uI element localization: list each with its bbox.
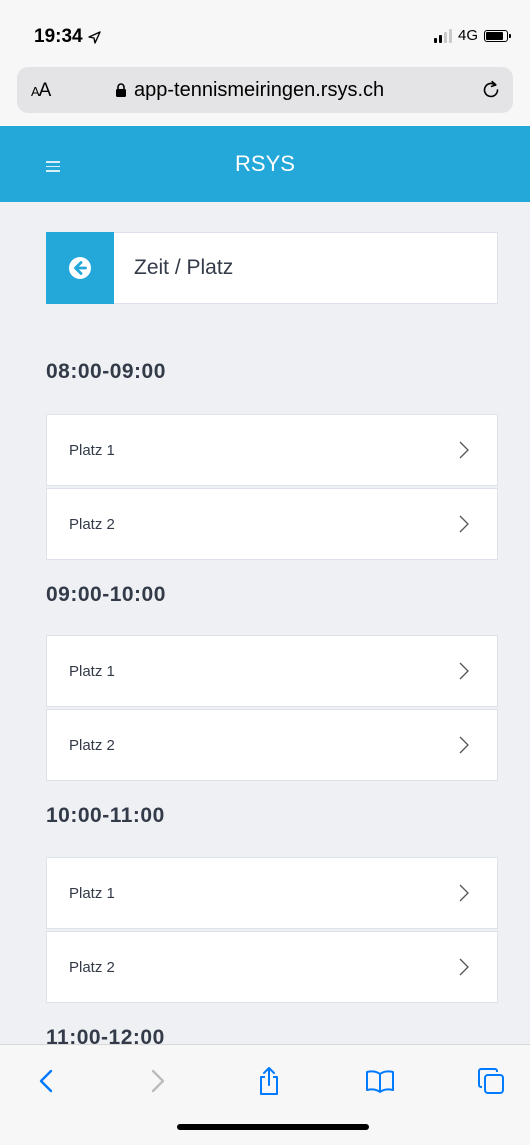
court-label: Platz 1 <box>69 662 115 680</box>
time-slot-heading: 10:00-11:00 <box>46 804 165 827</box>
chevron-right-icon <box>459 515 469 533</box>
chevron-right-icon <box>459 736 469 754</box>
court-label: Platz 1 <box>69 884 115 902</box>
forward-nav-button[interactable] <box>142 1065 174 1097</box>
browser-address-area: AA app-tennismeiringen.rsys.ch <box>0 60 530 126</box>
court-row[interactable]: Platz 2 <box>46 488 498 560</box>
chevron-right-icon <box>459 958 469 976</box>
network-label: 4G <box>457 27 478 44</box>
page-title-card: Zeit / Platz <box>46 232 498 304</box>
app-title: RSYS <box>235 151 295 176</box>
court-row[interactable]: Platz 1 <box>46 857 498 929</box>
chevron-right-icon <box>459 884 469 902</box>
url-text: app-tennismeiringen.rsys.ch <box>134 79 385 101</box>
chevron-right-icon <box>151 1069 165 1093</box>
time-slot-group: 10:00-11:00 Platz 1 Platz 2 <box>46 801 498 1003</box>
court-row[interactable]: Platz 1 <box>46 635 498 707</box>
court-label: Platz 2 <box>69 515 115 533</box>
court-label: Platz 2 <box>69 958 115 976</box>
court-row[interactable]: Platz 2 <box>46 709 498 781</box>
home-indicator <box>177 1124 369 1130</box>
reader-settings-button[interactable]: AA <box>31 80 51 102</box>
chevron-left-icon <box>39 1069 53 1093</box>
location-arrow-icon <box>87 30 101 44</box>
back-nav-button[interactable] <box>30 1065 62 1097</box>
bookmarks-button[interactable] <box>364 1065 396 1097</box>
share-icon <box>260 1067 278 1095</box>
time-slot-heading: 09:00-10:00 <box>46 583 166 606</box>
court-row[interactable]: Platz 1 <box>46 414 498 486</box>
address-bar[interactable]: AA app-tennismeiringen.rsys.ch <box>17 67 513 113</box>
court-label: Platz 2 <box>69 736 115 754</box>
time-slot-group: 08:00-09:00 Platz 1 Platz 2 <box>46 357 498 560</box>
tabs-icon <box>478 1068 504 1094</box>
book-icon <box>366 1070 394 1093</box>
back-button[interactable] <box>46 232 114 304</box>
court-label: Platz 1 <box>69 441 115 459</box>
lock-icon <box>116 83 126 97</box>
status-time: 19:34 <box>34 26 101 48</box>
battery-icon <box>484 29 511 42</box>
signal-icon <box>433 28 452 43</box>
tabs-button[interactable] <box>475 1065 507 1097</box>
app-header: RSYS <box>0 126 530 202</box>
main-content: Zeit / Platz 08:00-09:00 Platz 1 Platz 2… <box>46 232 498 1053</box>
page-title: Zeit / Platz <box>134 256 234 279</box>
arrow-left-circle-icon <box>69 257 91 279</box>
time-slot-group: 09:00-10:00 Platz 1 Platz 2 <box>46 580 498 781</box>
reload-icon[interactable] <box>479 78 503 102</box>
time-slot-heading: 08:00-09:00 <box>46 360 166 383</box>
status-bar: 19:34 4G <box>0 0 530 68</box>
status-indicators: 4G <box>433 27 511 44</box>
court-row[interactable]: Platz 2 <box>46 931 498 1003</box>
chevron-right-icon <box>459 662 469 680</box>
url-display[interactable]: app-tennismeiringen.rsys.ch <box>115 79 384 102</box>
status-time-text: 19:34 <box>34 26 83 47</box>
chevron-right-icon <box>459 441 469 459</box>
share-button[interactable] <box>253 1065 285 1097</box>
